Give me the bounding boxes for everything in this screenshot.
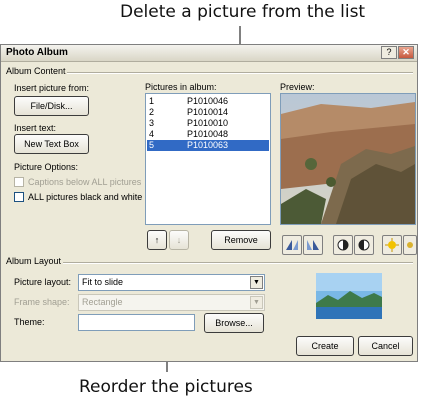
- brightness-up-icon: [385, 238, 399, 252]
- list-item[interactable]: 3 P1010010: [147, 118, 269, 129]
- cancel-button-label: Cancel: [371, 341, 400, 351]
- brightness-down-button[interactable]: [403, 235, 417, 255]
- pictures-list[interactable]: 1 P1010046 2 P1010014 3 P1010010 4 P1010…: [145, 93, 271, 225]
- contrast-down-button[interactable]: [354, 235, 374, 255]
- theme-input[interactable]: [78, 314, 195, 331]
- help-button[interactable]: ?: [381, 46, 397, 59]
- move-up-button[interactable]: ↑: [147, 230, 167, 250]
- brightness-down-icon: [407, 242, 413, 248]
- rotate-left-button[interactable]: [282, 235, 302, 255]
- up-arrow-icon: ↑: [154, 235, 160, 245]
- new-text-box-button-label: New Text Box: [24, 139, 79, 149]
- frame-shape-value: Rectangle: [82, 297, 123, 307]
- picture-layout-label: Picture layout:: [14, 277, 72, 287]
- rotate-right-icon: [307, 240, 319, 250]
- move-down-button[interactable]: ↓: [169, 230, 189, 250]
- insert-picture-label: Insert picture from:: [14, 83, 90, 93]
- down-arrow-icon: ↓: [176, 235, 182, 245]
- black-white-checkbox[interactable]: [14, 192, 24, 202]
- remove-button-label: Remove: [224, 235, 258, 245]
- album-content-divider: [67, 72, 413, 74]
- list-item-number: 2: [149, 107, 155, 117]
- rotate-left-icon: [286, 240, 298, 250]
- dialog-title: Photo Album: [6, 47, 68, 58]
- dialog-titlebar: Photo Album ? ✕: [1, 45, 417, 62]
- create-button[interactable]: Create: [296, 336, 354, 356]
- list-item-name: P1010048: [187, 129, 229, 139]
- picture-layout-value: Fit to slide: [82, 277, 124, 287]
- frame-shape-dropdown[interactable]: Rectangle ▼: [78, 294, 265, 311]
- album-layout-group-label: Album Layout: [6, 256, 62, 266]
- preview-image: [280, 93, 416, 225]
- create-button-label: Create: [311, 341, 339, 351]
- captions-checkbox[interactable]: [14, 177, 24, 187]
- list-item-selected[interactable]: 5 P1010063: [147, 140, 269, 151]
- remove-button[interactable]: Remove: [211, 230, 271, 250]
- pictures-in-album-label: Pictures in album:: [145, 82, 217, 92]
- list-item-number: 5: [149, 140, 155, 150]
- brightness-up-button[interactable]: [382, 235, 402, 255]
- list-item-name: P1010014: [187, 107, 229, 117]
- new-text-box-button[interactable]: New Text Box: [14, 134, 89, 154]
- picture-layout-dropdown[interactable]: Fit to slide ▼: [78, 274, 265, 291]
- insert-text-label: Insert text:: [14, 123, 57, 133]
- chevron-down-icon: ▼: [250, 276, 263, 289]
- list-item-name: P1010010: [187, 118, 229, 128]
- contrast-up-button[interactable]: [333, 235, 353, 255]
- contrast-up-icon: [337, 239, 349, 251]
- file-disk-button-label: File/Disk...: [30, 101, 73, 111]
- frame-shape-label: Frame shape:: [14, 297, 70, 307]
- captions-checkbox-label: Captions below ALL pictures: [28, 177, 142, 187]
- list-item-number: 1: [149, 96, 155, 106]
- layout-preview-thumbnail: [316, 273, 382, 319]
- preview-shrub: [305, 158, 317, 170]
- browse-button[interactable]: Browse...: [204, 313, 264, 333]
- list-item-number: 3: [149, 118, 155, 128]
- photo-album-dialog: Photo Album ? ✕ Album Content Insert pic…: [0, 44, 418, 362]
- album-content-group-label: Album Content: [6, 66, 66, 76]
- chevron-down-icon: ▼: [250, 296, 263, 309]
- list-item-number: 4: [149, 129, 155, 139]
- list-item[interactable]: 1 P1010046: [147, 96, 269, 107]
- contrast-down-icon: [358, 239, 370, 251]
- black-white-checkbox-label: ALL pictures black and white: [28, 192, 143, 202]
- list-item-name: P1010046: [187, 96, 229, 106]
- preview-shrub: [326, 177, 336, 187]
- list-item-name: P1010063: [187, 140, 229, 150]
- preview-label: Preview:: [280, 82, 315, 92]
- list-item[interactable]: 4 P1010048: [147, 129, 269, 140]
- cancel-button[interactable]: Cancel: [358, 336, 413, 356]
- album-layout-divider: [63, 262, 413, 264]
- picture-options-label: Picture Options:: [14, 162, 79, 172]
- list-item[interactable]: 2 P1010014: [147, 107, 269, 118]
- close-button[interactable]: ✕: [398, 46, 414, 59]
- browse-button-label: Browse...: [215, 318, 253, 328]
- rotate-right-button[interactable]: [303, 235, 323, 255]
- file-disk-button[interactable]: File/Disk...: [14, 96, 89, 116]
- theme-label: Theme:: [14, 317, 45, 327]
